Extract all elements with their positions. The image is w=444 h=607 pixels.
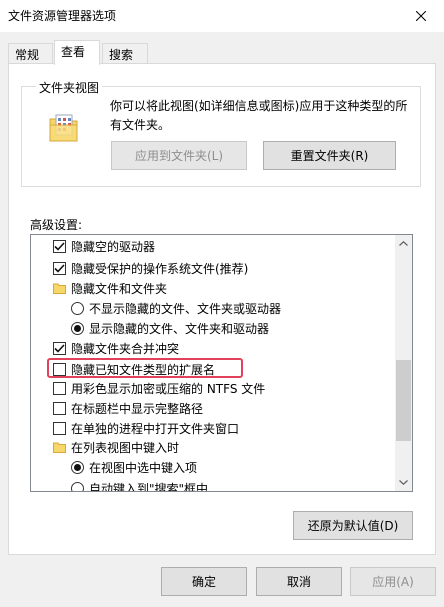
list-item[interactable]: 用彩色显示加密或压缩的 NTFS 文件	[53, 378, 412, 398]
footer-area	[0, 555, 444, 556]
folder-view-icon	[49, 114, 78, 142]
checkbox[interactable]	[53, 239, 66, 253]
list-item-label: 隐藏空的驱动器	[71, 239, 156, 254]
list-item[interactable]: 隐藏文件夹合并冲突	[53, 338, 412, 358]
list-item[interactable]: 在标题栏中显示完整路径	[53, 398, 412, 418]
list-item-label: 隐藏文件夹合并冲突	[71, 341, 180, 356]
list-item[interactable]: 在视图中选中键入项	[71, 457, 412, 477]
checkmark-icon	[54, 263, 65, 273]
tab-general[interactable]: 常规	[8, 43, 53, 64]
vertical-scrollbar[interactable]	[395, 235, 412, 491]
list-item-label: 隐藏受保护的操作系统文件(推荐)	[71, 261, 249, 276]
cancel-button[interactable]: 取消	[256, 567, 342, 596]
radio-button[interactable]	[71, 301, 84, 315]
list-item-label: 用彩色显示加密或压缩的 NTFS 文件	[71, 381, 266, 396]
chevron-down-icon	[399, 480, 408, 485]
dialog-window: 文件资源管理器选项 常规 查看 搜索 文件夹视图 你可以将此视图(如详细信息或图…	[0, 0, 444, 607]
folder-icon	[53, 283, 66, 294]
window-title: 文件资源管理器选项	[8, 9, 117, 23]
list-item: 在列表视图中键入时	[53, 437, 412, 457]
list-item[interactable]: 隐藏受保护的操作系统文件(推荐)	[53, 258, 412, 278]
tab-view[interactable]: 查看	[54, 40, 100, 65]
checkbox[interactable]	[53, 401, 66, 415]
checkmark-icon	[54, 241, 65, 251]
list-item-label: 不显示隐藏的文件、文件夹或驱动器	[89, 301, 282, 316]
chevron-up-icon	[399, 241, 408, 246]
list-item-label: 在标题栏中显示完整路径	[71, 401, 204, 416]
title-bar: 文件资源管理器选项	[0, 0, 444, 32]
list-item[interactable]: 在单独的进程中打开文件夹窗口	[53, 418, 412, 438]
close-button[interactable]	[398, 0, 444, 32]
reset-folders-button[interactable]: 重置文件夹(R)	[263, 141, 396, 170]
ok-button[interactable]: 确定	[161, 567, 247, 596]
list-item-label: 显示隐藏的文件、文件夹和驱动器	[89, 321, 270, 336]
apply-to-folders-button[interactable]: 应用到文件夹(L)	[111, 141, 247, 170]
radio-selected-dot	[74, 463, 81, 471]
highlight-box	[47, 358, 243, 378]
list-item[interactable]: 隐藏空的驱动器	[53, 236, 412, 256]
advanced-settings-label: 高级设置:	[30, 218, 83, 232]
list-item-label: 在视图中选中键入项	[89, 460, 198, 475]
list-item[interactable]: 不显示隐藏的文件、文件夹或驱动器	[71, 298, 412, 318]
scrollbar-thumb[interactable]	[396, 360, 411, 441]
close-icon	[416, 11, 426, 21]
list-item-label: 隐藏文件和文件夹	[71, 281, 168, 296]
list-item-label: 在列表视图中键入时	[71, 440, 180, 455]
list-item-label: 自动键入到"搜索"框中	[89, 481, 209, 492]
radio-button[interactable]	[71, 460, 84, 474]
scroll-down-button[interactable]	[395, 474, 412, 491]
checkmark-icon	[54, 343, 65, 353]
list-item: 隐藏文件和文件夹	[53, 278, 412, 298]
restore-defaults-button[interactable]: 还原为默认值(D)	[293, 511, 413, 540]
folder-views-description: 你可以将此视图(如详细信息或图标)应用于这种类型的所有文件夹。	[110, 99, 408, 132]
radio-button[interactable]	[71, 321, 84, 335]
checkbox[interactable]	[53, 421, 66, 435]
list-item[interactable]: 显示隐藏的文件、文件夹和驱动器	[71, 318, 412, 338]
list-item-label: 在单独的进程中打开文件夹窗口	[71, 421, 240, 436]
apply-button[interactable]: 应用(A)	[350, 567, 436, 596]
advanced-settings-list[interactable]: 隐藏空的驱动器 隐藏受保护的操作系统文件(推荐) 隐藏文件和文件夹 不显示隐藏的…	[30, 234, 413, 492]
radio-button[interactable]	[71, 481, 84, 491]
checkbox[interactable]	[53, 261, 66, 275]
scroll-up-button[interactable]	[395, 235, 412, 252]
checkbox[interactable]	[53, 341, 66, 355]
list-item[interactable]: 自动键入到"搜索"框中	[71, 478, 412, 492]
tab-search[interactable]: 搜索	[102, 43, 148, 64]
folder-icon	[53, 442, 66, 453]
folder-views-legend: 文件夹视图	[36, 79, 103, 96]
checkbox[interactable]	[53, 381, 66, 395]
radio-selected-dot	[74, 324, 81, 332]
